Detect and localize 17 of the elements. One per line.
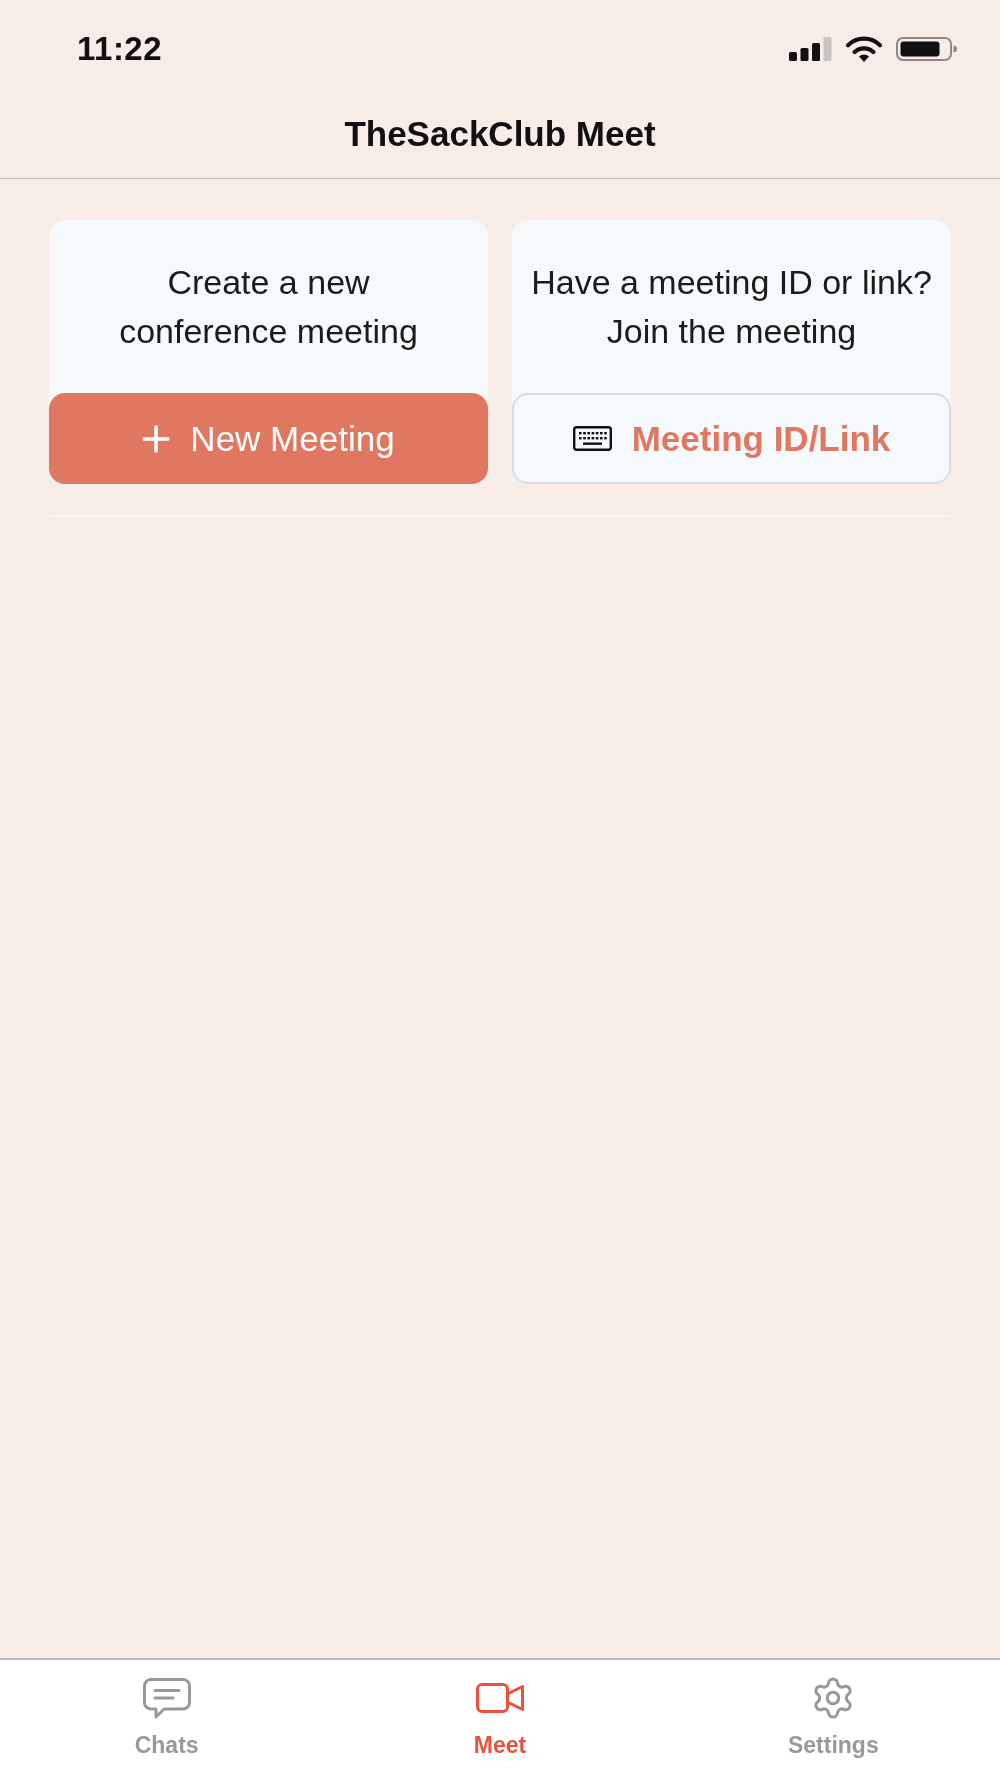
new-meeting-button[interactable]: New Meeting	[49, 393, 488, 484]
card-description: Create a new conference meeting	[118, 261, 419, 352]
chat-bubble-icon	[142, 1677, 191, 1719]
tab-item[interactable]: Meet	[473, 1660, 527, 1760]
app-title: TheSackClub Meet	[344, 114, 656, 154]
wifi-icon	[845, 36, 883, 62]
keyboard-icon	[572, 426, 612, 451]
status-time: 11:22	[77, 30, 163, 68]
tab-item[interactable]: Settings	[787, 1660, 879, 1760]
signal-icon	[789, 37, 832, 61]
card-description: Have a meeting ID or link? Join the meeting	[530, 261, 933, 352]
video-camera-icon	[476, 1683, 524, 1713]
battery-icon	[896, 37, 957, 61]
settings-icon	[812, 1677, 855, 1719]
tab-item[interactable]: Chats	[134, 1660, 199, 1760]
meeting-id-link-button[interactable]: Meeting ID/Link	[512, 393, 951, 484]
plus-icon	[142, 424, 171, 453]
